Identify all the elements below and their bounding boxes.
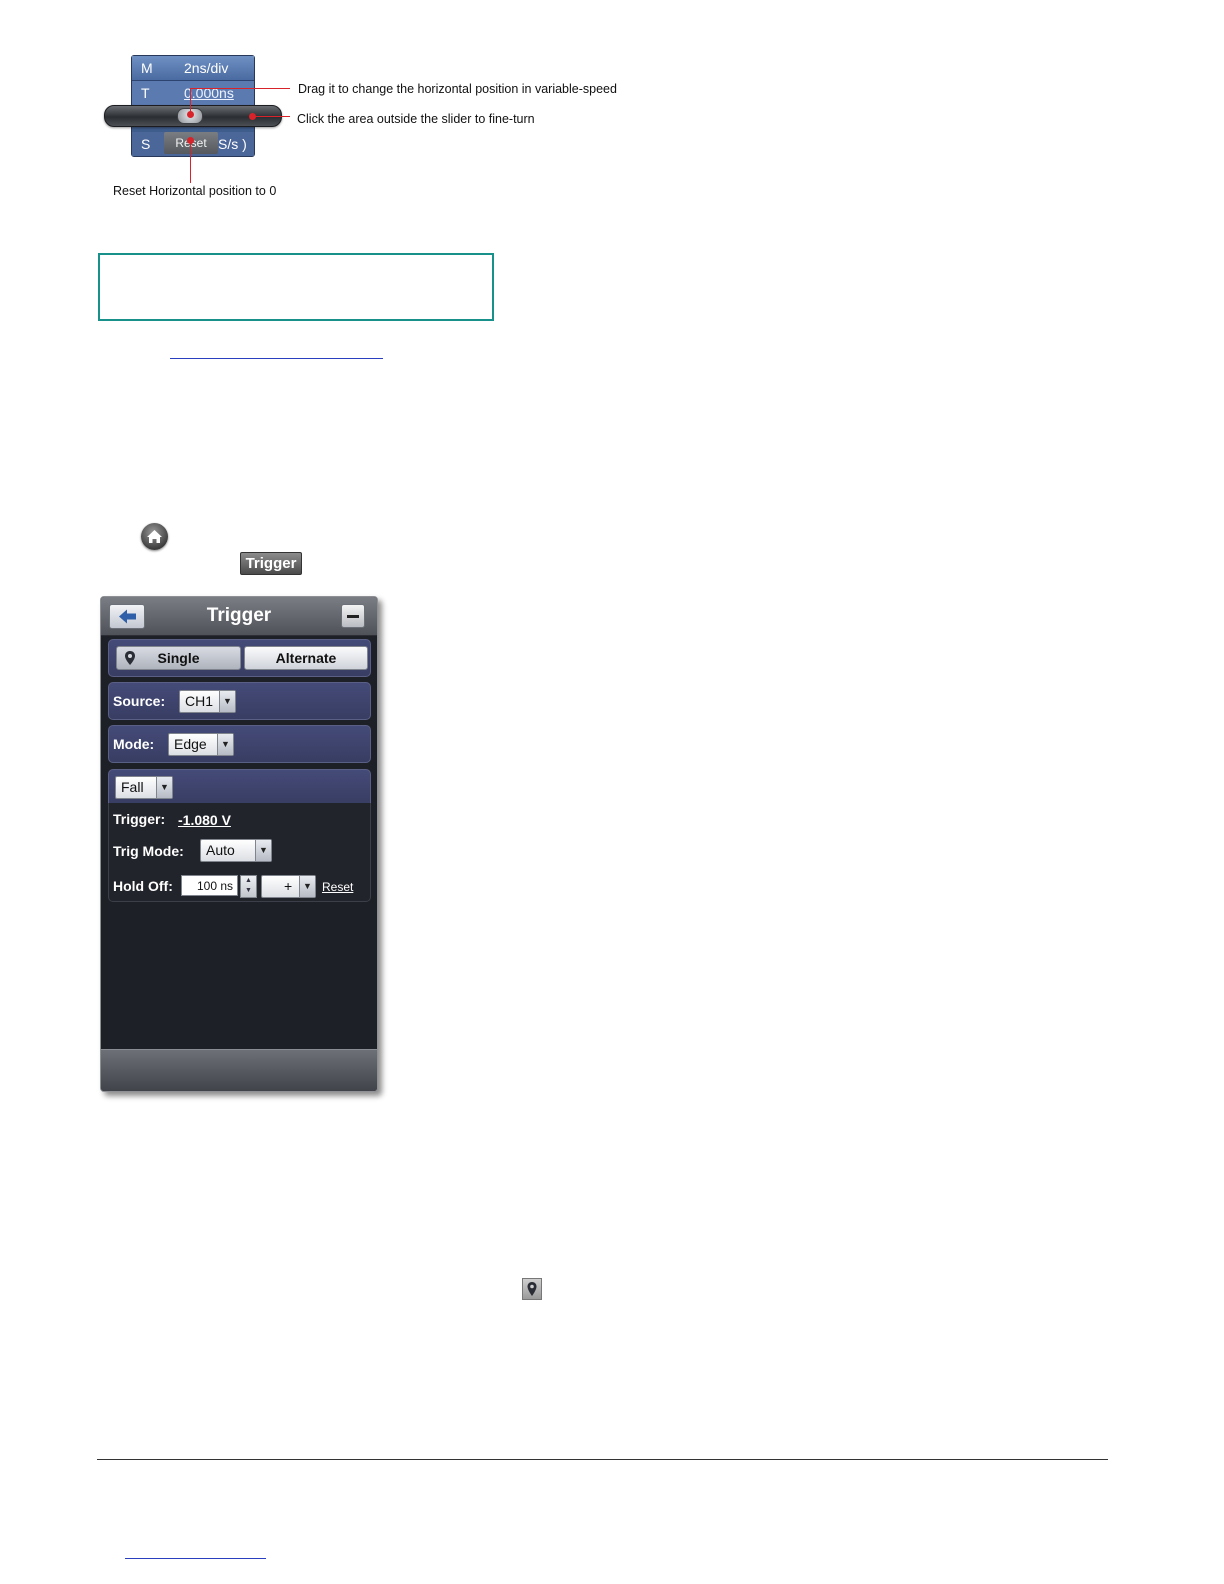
callout-line-click xyxy=(252,116,290,117)
source-select[interactable]: CH1 ▼ xyxy=(179,690,236,713)
slope-section: Fall ▼ xyxy=(108,769,371,805)
trigger-level-value[interactable]: -1.080 V xyxy=(178,812,231,828)
minimize-button[interactable] xyxy=(341,604,365,628)
chevron-down-icon: ▼ xyxy=(219,691,235,712)
dialog-title: Trigger xyxy=(206,605,272,626)
chevron-down-icon: ▼ xyxy=(156,777,172,798)
mode-value: Edge xyxy=(174,736,207,752)
hold-off-step-value: + xyxy=(284,878,293,894)
hold-off-step-select[interactable]: + ▼ xyxy=(261,875,316,898)
trig-mode-select[interactable]: Auto ▼ xyxy=(200,839,272,862)
chevron-down-icon: ▼ xyxy=(299,876,315,897)
trigger-menu-button[interactable]: Trigger xyxy=(240,552,302,575)
callout-line-reset xyxy=(190,140,191,183)
timebase-key: M xyxy=(141,60,153,76)
location-pin-icon xyxy=(125,651,135,665)
trigger-settings: Trigger: -1.080 V Trig Mode: Auto ▼ Hold… xyxy=(108,803,371,902)
mode-section: Mode: Edge ▼ xyxy=(108,725,371,763)
note-box xyxy=(98,253,494,321)
callout-dot-track xyxy=(249,113,256,120)
callout-dot-knob xyxy=(187,111,194,118)
hold-off-stepper[interactable]: ▲ ▼ xyxy=(240,875,257,898)
mode-select[interactable]: Edge ▼ xyxy=(168,733,234,756)
sample-rate-value: S/s ) xyxy=(218,136,247,152)
source-section: Source: CH1 ▼ xyxy=(108,682,371,720)
trig-mode-label: Trig Mode: xyxy=(113,843,184,859)
dialog-header: Trigger xyxy=(101,597,377,636)
chevron-down-icon: ▼ xyxy=(217,734,233,755)
position-value[interactable]: 0.000ns xyxy=(184,81,234,105)
timebase-value: 2ns/div xyxy=(184,60,229,76)
chevron-down-icon: ▼ xyxy=(255,840,271,861)
trigger-type-section: Single Alternate xyxy=(108,639,371,677)
annotation-drag: Drag it to change the horizontal positio… xyxy=(298,82,617,96)
hold-off-reset-link[interactable]: Reset xyxy=(322,880,353,894)
hold-off-label: Hold Off: xyxy=(113,878,173,894)
slope-select[interactable]: Fall ▼ xyxy=(115,776,173,799)
source-label: Source: xyxy=(113,693,166,709)
single-label: Single xyxy=(157,650,200,666)
trigger-level-label: Trigger: xyxy=(113,811,166,827)
footer-rule xyxy=(97,1459,1108,1460)
footer-hyperlink-underline[interactable] xyxy=(125,1558,266,1559)
home-icon xyxy=(141,523,168,550)
hold-off-input[interactable]: 100 ns xyxy=(181,875,238,896)
annotation-reset: Reset Horizontal position to 0 xyxy=(113,184,277,198)
single-button[interactable]: Single xyxy=(116,646,241,670)
hyperlink-underline[interactable] xyxy=(170,358,383,359)
mode-label: Mode: xyxy=(113,736,155,752)
timebase-row[interactable]: M 2ns/div xyxy=(132,56,254,81)
slope-value: Fall xyxy=(121,779,144,795)
position-key: T xyxy=(141,85,150,101)
location-pin-icon xyxy=(522,1278,542,1300)
trig-mode-value: Auto xyxy=(206,842,235,858)
sample-rate-key: S xyxy=(141,136,151,152)
source-value: CH1 xyxy=(185,693,214,709)
callout-line-drag-h xyxy=(190,88,290,89)
annotation-click: Click the area outside the slider to fin… xyxy=(297,112,535,126)
trigger-dialog: Trigger Single Alternate Source: CH1 ▼ M… xyxy=(100,596,378,1092)
horizontal-position-row[interactable]: T 0.000ns xyxy=(132,81,254,105)
callout-dot-reset xyxy=(187,137,194,144)
dialog-footer xyxy=(101,1049,377,1091)
alternate-button[interactable]: Alternate xyxy=(244,646,368,670)
